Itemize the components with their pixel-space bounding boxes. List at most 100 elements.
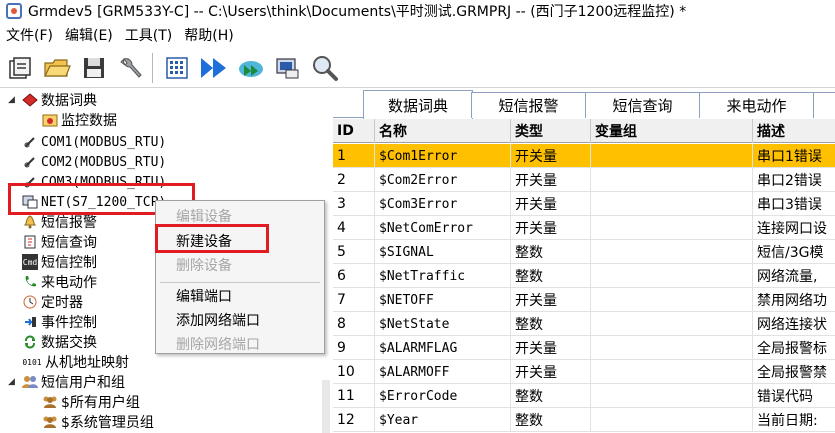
table-row[interactable]: 5 $SIGNAL 整数 短信/3G模 [333, 240, 835, 264]
cell-type[interactable]: 整数 [511, 240, 591, 264]
cell-group[interactable] [591, 264, 753, 288]
menu-item-delete-network-port[interactable]: 删除网络端口 [176, 333, 260, 355]
tree-item-data-dictionary[interactable]: 数据词典 [22, 90, 97, 110]
menu-file[interactable]: 文件(F) [0, 25, 59, 45]
tree-item-event-control[interactable]: 事件控制 [22, 312, 97, 332]
tab-overflow[interactable] [813, 92, 835, 118]
cell-id[interactable]: 10 [333, 360, 375, 384]
settings-wrench-icon[interactable] [114, 51, 148, 85]
cell-description[interactable]: 短信/3G模 [753, 240, 835, 264]
menu-tools[interactable]: 工具(T) [119, 25, 178, 45]
tree-item-sms-control[interactable]: Cmd 短信控制 [22, 252, 97, 272]
tree-item-net[interactable]: NET(S7_1200_TCP) [22, 192, 166, 212]
cell-group[interactable] [591, 288, 753, 312]
cell-type[interactable]: 开关量 [511, 288, 591, 312]
column-header-description[interactable]: 描述 [753, 119, 835, 143]
tree-item-sms-alarm[interactable]: 短信报警 [22, 212, 97, 232]
cell-id[interactable]: 9 [333, 336, 375, 360]
cell-type[interactable]: 开关量 [511, 360, 591, 384]
grid-config-icon[interactable] [160, 51, 194, 85]
cell-id[interactable]: 7 [333, 288, 375, 312]
tree-item-all-users-group[interactable]: $所有用户组 [42, 392, 140, 412]
device-monitor-icon[interactable] [271, 51, 305, 85]
tab-call-action[interactable]: 来电动作 [699, 92, 814, 118]
table-row[interactable]: 11 $ErrorCode 整数 错误代码 [333, 384, 835, 408]
cell-id[interactable]: 1 [333, 144, 375, 168]
cell-name[interactable]: $Com2Error [375, 168, 511, 192]
cell-type[interactable]: 开关量 [511, 144, 591, 168]
cell-name[interactable]: $NETOFF [375, 288, 511, 312]
menu-item-new-device[interactable]: 新建设备 [176, 230, 232, 252]
tree-scrollbar[interactable] [322, 380, 330, 433]
cell-name[interactable]: $ALARMOFF [375, 360, 511, 384]
tree-item-sms-users-groups[interactable]: 短信用户和组 [22, 372, 125, 392]
cell-id[interactable]: 3 [333, 192, 375, 216]
table-row[interactable]: 7 $NETOFF 开关量 禁用网络功 [333, 288, 835, 312]
tree-item-monitor-data[interactable]: 监控数据 [42, 110, 117, 130]
tree-item-data-exchange[interactable]: 数据交换 [22, 332, 97, 352]
tree-expand-arrow-icon[interactable]: ◢ [8, 377, 15, 387]
cell-group[interactable] [591, 168, 753, 192]
cell-description[interactable]: 全局报警禁 [753, 360, 835, 384]
cell-description[interactable]: 串口3错误 [753, 192, 835, 216]
table-row[interactable]: 9 $ALARMFLAG 开关量 全局报警标 [333, 336, 835, 360]
cell-name[interactable]: $ErrorCode [375, 384, 511, 408]
tree-item-com3[interactable]: COM3(MODBUS_RTU) [22, 172, 166, 192]
column-header-type[interactable]: 类型 [511, 119, 591, 143]
cell-type[interactable]: 开关量 [511, 336, 591, 360]
tree-item-sms-query[interactable]: 短信查询 [22, 232, 97, 252]
tree-item-slave-address-map[interactable]: 0101 从机地址映射 [22, 352, 129, 372]
tab-sms-alarm[interactable]: 短信报警 [471, 92, 586, 118]
menu-help[interactable]: 帮助(H) [178, 25, 239, 45]
cell-group[interactable] [591, 336, 753, 360]
menu-edit[interactable]: 编辑(E) [59, 25, 119, 45]
tree-item-timer[interactable]: 定时器 [22, 292, 83, 312]
cell-name[interactable]: $NetTraffic [375, 264, 511, 288]
table-row[interactable]: 6 $NetTraffic 整数 网络流量, [333, 264, 835, 288]
table-row[interactable]: 1 $Com1Error 开关量 串口1错误 [333, 144, 835, 168]
cell-group[interactable] [591, 384, 753, 408]
cell-group[interactable] [591, 144, 753, 168]
cell-name[interactable]: $NetComError [375, 216, 511, 240]
cell-type[interactable]: 开关量 [511, 192, 591, 216]
cell-description[interactable]: 全局报警标 [753, 336, 835, 360]
tab-data-dictionary[interactable]: 数据词典 [363, 90, 473, 119]
cell-description[interactable]: 网络流量, [753, 264, 835, 288]
menu-item-edit-port[interactable]: 编辑端口 [176, 285, 232, 307]
tree-item-com2[interactable]: COM2(MODBUS_RTU) [22, 152, 166, 172]
cell-type[interactable]: 开关量 [511, 216, 591, 240]
cell-group[interactable] [591, 408, 753, 432]
table-row[interactable]: 12 $Year 整数 当前日期: [333, 408, 835, 432]
cell-description[interactable]: 网络连接状 [753, 312, 835, 336]
cell-id[interactable]: 5 [333, 240, 375, 264]
open-folder-icon[interactable] [40, 51, 74, 85]
table-row[interactable]: 10 $ALARMOFF 开关量 全局报警禁 [333, 360, 835, 384]
fast-forward-icon[interactable] [197, 51, 231, 85]
tree-expand-arrow-icon[interactable]: ◢ [8, 95, 15, 105]
column-header-id[interactable]: ID [333, 119, 375, 143]
cell-name[interactable]: $NetState [375, 312, 511, 336]
cell-type[interactable]: 整数 [511, 384, 591, 408]
table-row[interactable]: 2 $Com2Error 开关量 串口2错误 [333, 168, 835, 192]
cell-type[interactable]: 整数 [511, 312, 591, 336]
cell-name[interactable]: $ALARMFLAG [375, 336, 511, 360]
table-row[interactable]: 8 $NetState 整数 网络连接状 [333, 312, 835, 336]
cell-id[interactable]: 4 [333, 216, 375, 240]
cell-id[interactable]: 12 [333, 408, 375, 432]
menu-item-delete-device[interactable]: 删除设备 [176, 254, 232, 276]
cell-id[interactable]: 8 [333, 312, 375, 336]
new-project-icon[interactable] [3, 51, 37, 85]
cell-description[interactable]: 禁用网络功 [753, 288, 835, 312]
cell-group[interactable] [591, 240, 753, 264]
tree-item-sysadmin-group[interactable]: $系统管理员组 [42, 412, 154, 432]
tab-sms-query[interactable]: 短信查询 [585, 92, 700, 118]
cloud-sync-icon[interactable] [234, 51, 268, 85]
menu-item-add-network-port[interactable]: 添加网络端口 [176, 309, 260, 331]
cell-type[interactable]: 整数 [511, 408, 591, 432]
cell-group[interactable] [591, 360, 753, 384]
cell-type[interactable]: 开关量 [511, 168, 591, 192]
cell-group[interactable] [591, 312, 753, 336]
column-header-group[interactable]: 变量组 [591, 119, 753, 143]
tree-item-com1[interactable]: COM1(MODBUS_RTU) [22, 132, 166, 152]
cell-description[interactable]: 串口2错误 [753, 168, 835, 192]
